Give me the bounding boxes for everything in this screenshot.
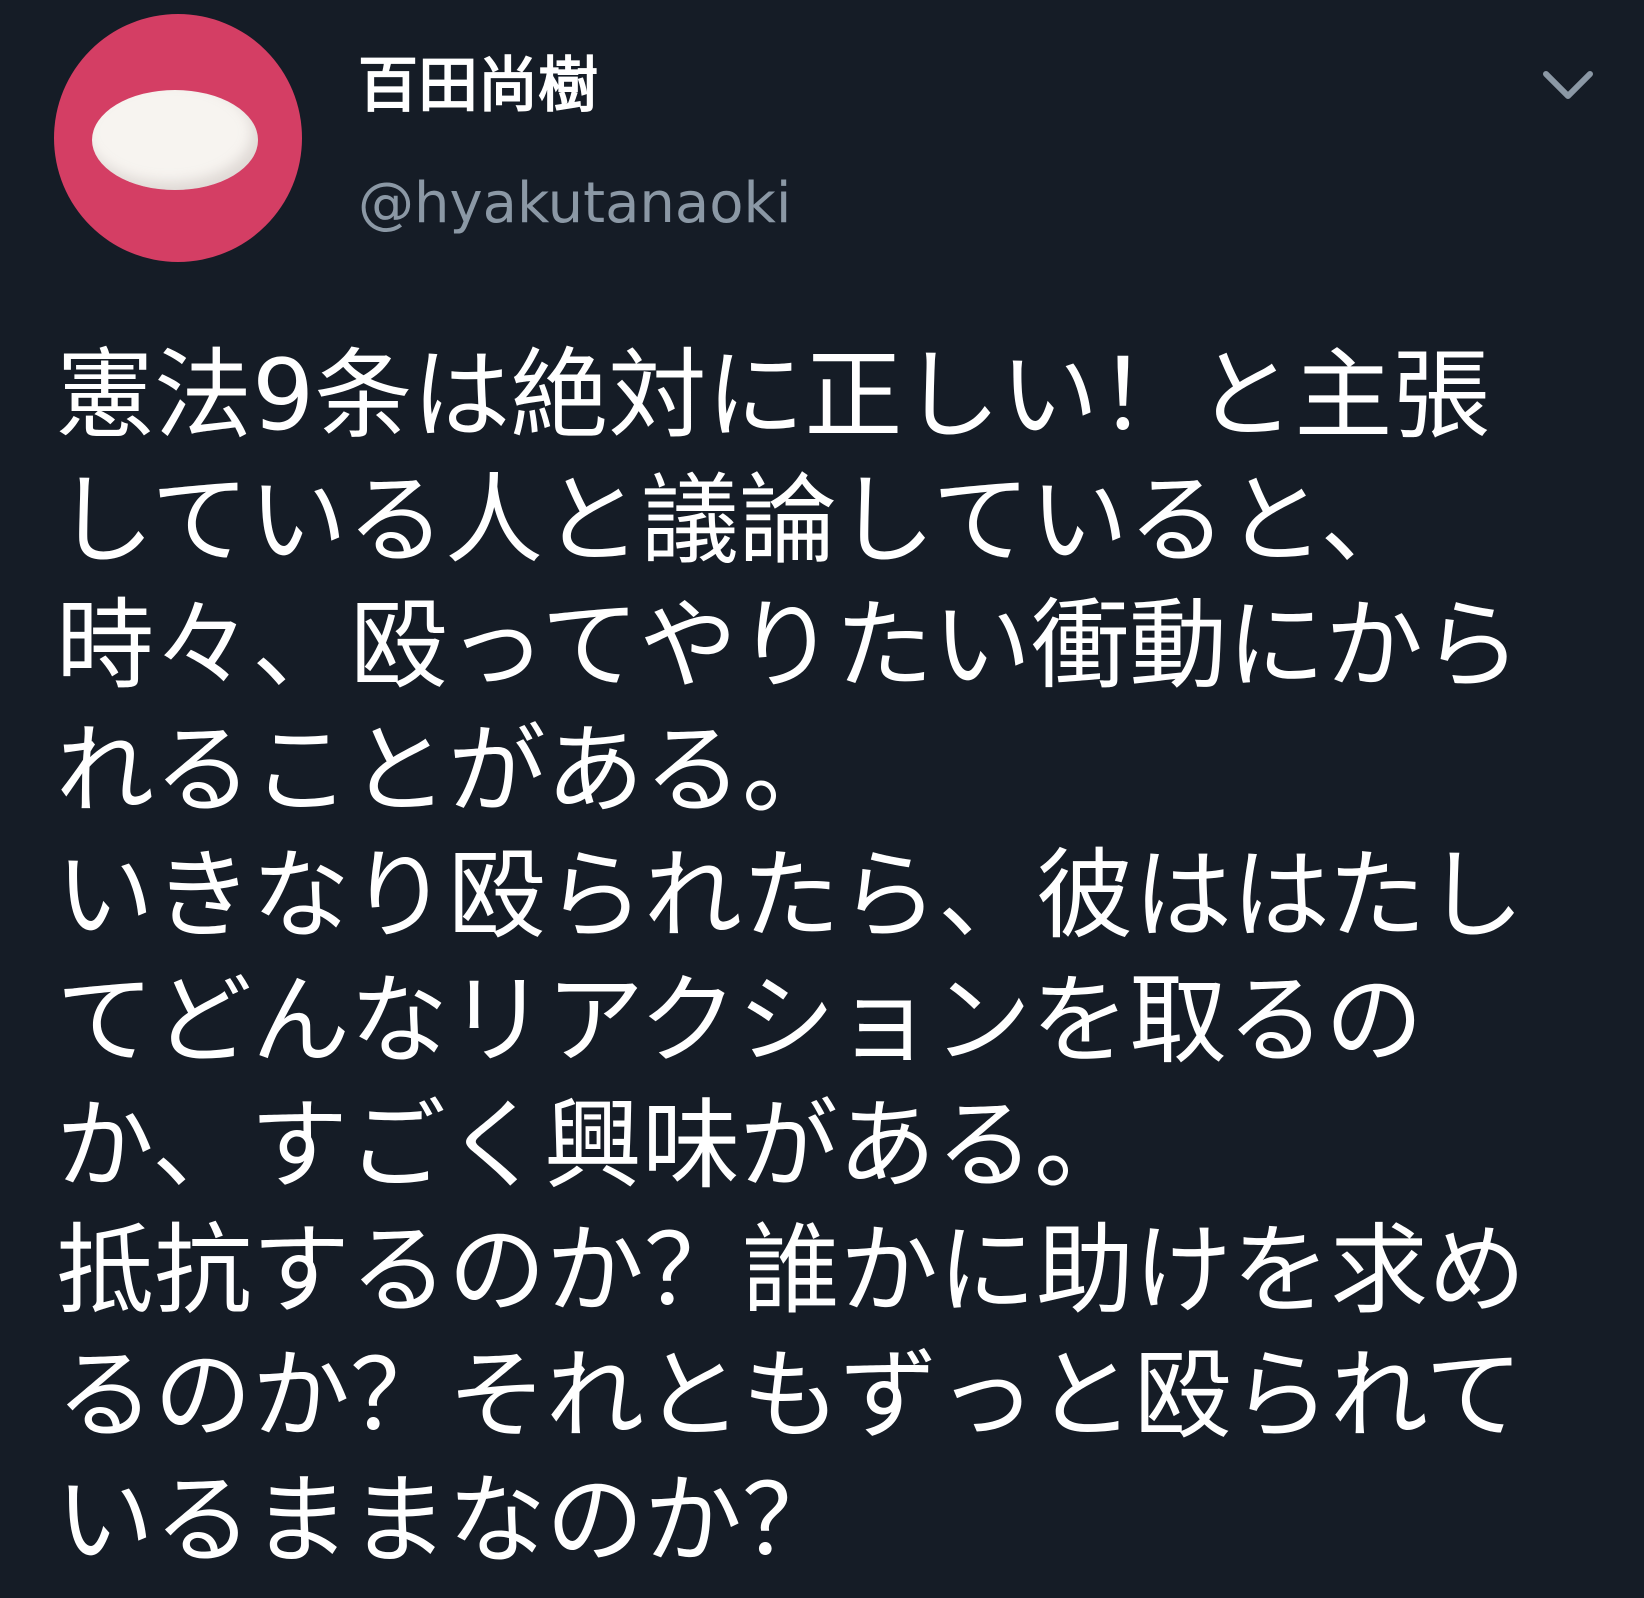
tweet-text-line: てどんなリアクションを取るの: [56, 964, 1424, 1078]
chevron-down-icon[interactable]: [1540, 58, 1596, 114]
tweet-text-line: か、すごく興味がある。: [56, 1089, 1133, 1203]
egg-avatar-icon: [92, 90, 258, 190]
tweet-text-line: れることがある。: [56, 714, 841, 828]
tweet-text-line: 時々、殴ってやりたい衝動にから: [56, 589, 1522, 703]
tweet-card: 百田尚樹 @hyakutanaoki 憲法9条は絶対に正しい！と主張 している人…: [0, 0, 1644, 1598]
tweet-text: 憲法9条は絶対に正しい！と主張 している人と議論していると、 時々、殴ってやりた…: [56, 334, 1596, 1584]
author-handle[interactable]: @hyakutanaoki: [358, 166, 791, 242]
tweet-text-line: いきなり殴られたら、彼ははたし: [56, 839, 1525, 953]
tweet-text-line: している人と議論していると、: [56, 464, 1419, 578]
author-display-name[interactable]: 百田尚樹: [358, 46, 598, 126]
tweet-text-line: 憲法9条は絶対に正しい！と主張: [56, 339, 1491, 453]
tweet-text-line: 抵抗するのか？誰かに助けを求め: [56, 1214, 1527, 1328]
avatar[interactable]: [54, 14, 302, 262]
tweet-text-line: いるままなのか？: [56, 1464, 841, 1578]
tweet-text-line: るのか？それともずっと殴られて: [56, 1339, 1524, 1453]
